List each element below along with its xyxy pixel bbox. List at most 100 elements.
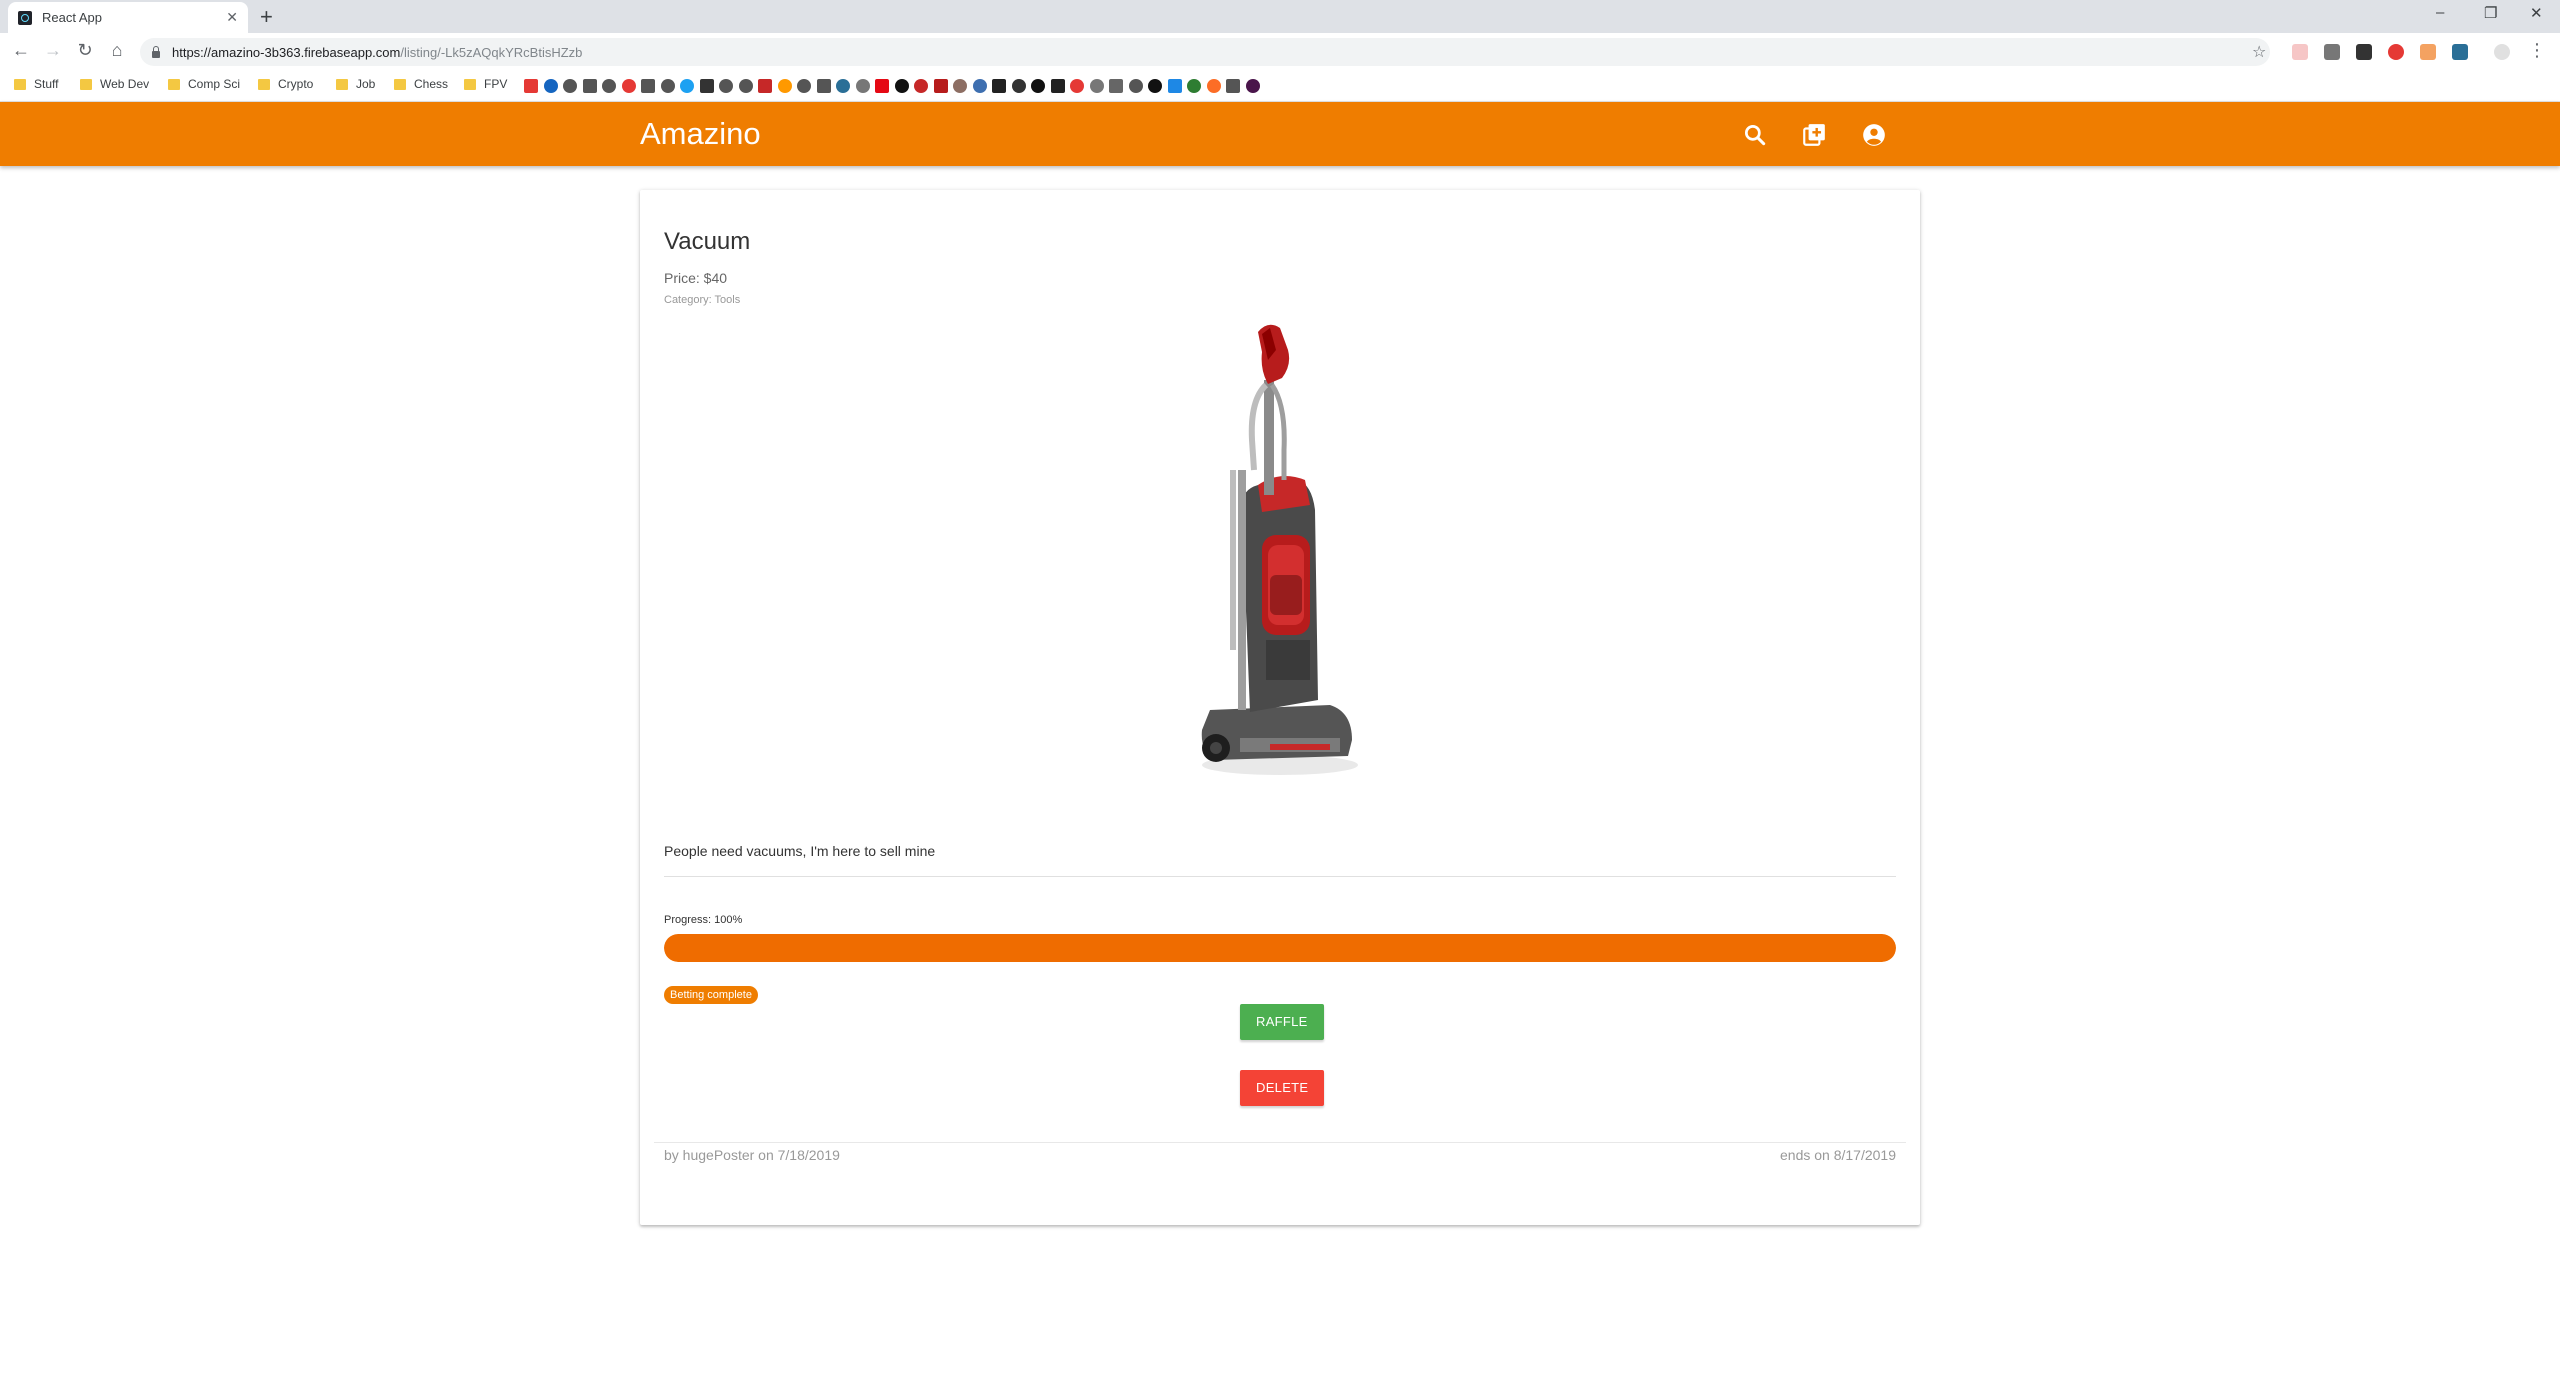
- minimize-button[interactable]: –: [2436, 4, 2444, 21]
- url-host: https://amazino-3b363.firebaseapp.com: [172, 44, 401, 60]
- extension-icon[interactable]: [2356, 44, 2372, 60]
- bookmark-favicon-icon[interactable]: [543, 79, 558, 93]
- bookmark-folder[interactable]: FPV: [464, 77, 507, 91]
- bookmark-favicon-icon[interactable]: [1089, 79, 1104, 93]
- raffle-button[interactable]: RAFFLE: [1240, 1004, 1324, 1040]
- restore-button[interactable]: ❐: [2484, 4, 2497, 22]
- bookmark-favicon-icon[interactable]: [680, 79, 694, 93]
- bookmark-favicon-icon[interactable]: [602, 79, 616, 93]
- bookmark-favicon-icon[interactable]: [1031, 79, 1045, 93]
- bookmark-favicon-icon[interactable]: [1187, 79, 1201, 93]
- folder-icon: [80, 78, 92, 90]
- bookmark-folder[interactable]: Job: [336, 77, 375, 91]
- bookmark-favicon-icon[interactable]: [758, 79, 772, 93]
- add-listing-icon[interactable]: [1801, 122, 1827, 148]
- bookmark-favicon-icon[interactable]: [1050, 79, 1065, 93]
- search-icon[interactable]: [1742, 122, 1768, 148]
- back-icon[interactable]: ←: [10, 40, 32, 61]
- bookmark-favicon-icon[interactable]: [1148, 79, 1162, 93]
- bookmark-label: Stuff: [34, 77, 59, 91]
- react-favicon-icon: [18, 10, 32, 25]
- progress-label: Progress: 100%: [664, 914, 743, 926]
- bookmark-favicon-icon[interactable]: [875, 79, 889, 93]
- status-badge: Betting complete: [664, 986, 758, 1004]
- bookmark-folder[interactable]: Comp Sci: [168, 77, 240, 91]
- folder-icon: [336, 78, 348, 90]
- divider: [664, 876, 1896, 877]
- bookmark-favicon-icon[interactable]: [1128, 79, 1143, 93]
- extension-icon[interactable]: [2420, 44, 2436, 60]
- folder-icon: [14, 78, 26, 90]
- bookmark-favicon-icon[interactable]: [836, 79, 850, 93]
- extension-icon[interactable]: [2452, 44, 2468, 60]
- listing-description: People need vacuums, I'm here to sell mi…: [664, 843, 936, 859]
- bookmark-favicon-icon[interactable]: [777, 79, 792, 93]
- listing-byline: by hugePoster on 7/18/2019: [664, 1147, 840, 1163]
- delete-button[interactable]: DELETE: [1240, 1070, 1325, 1106]
- bookmark-favicon-icon[interactable]: [1070, 79, 1084, 93]
- bookmarks-bar: Stuff Web Dev Comp Sci Crypto Job Chess …: [0, 71, 2560, 102]
- bookmark-label: Crypto: [278, 77, 314, 91]
- progress-fill: [664, 934, 1896, 962]
- browser-tab[interactable]: React App ✕: [8, 2, 248, 33]
- menu-kebab-icon[interactable]: ⋮: [2526, 40, 2548, 61]
- bookmark-folder[interactable]: Web Dev: [80, 77, 149, 91]
- account-icon[interactable]: [1861, 122, 1887, 148]
- bookmark-favicon-icon[interactable]: [1226, 79, 1240, 93]
- home-icon[interactable]: ⌂: [106, 40, 128, 61]
- extension-icon[interactable]: [2324, 44, 2340, 60]
- browser-toolbar: ← → ↻ ⌂ https://amazino-3b363.firebaseap…: [0, 33, 2560, 72]
- bookmark-favicon-icon[interactable]: [641, 79, 655, 93]
- url-path: /listing/-Lk5zAQqkYRcBtisHZzb: [400, 44, 583, 60]
- new-tab-button[interactable]: +: [260, 4, 273, 30]
- bookmark-favicon-icon[interactable]: [719, 79, 733, 93]
- folder-icon: [168, 78, 180, 90]
- bookmark-favicon-icon[interactable]: [1011, 79, 1026, 93]
- bookmark-favicon-icon[interactable]: [914, 79, 928, 93]
- bookmark-favicon-icon[interactable]: [738, 79, 753, 93]
- bookmark-favicon-icon[interactable]: [894, 79, 909, 93]
- bookmark-favicon-icon[interactable]: [1206, 79, 1221, 93]
- bookmark-favicon-icon[interactable]: [1167, 79, 1182, 93]
- bookmark-star-icon[interactable]: ☆: [2252, 42, 2266, 62]
- bookmark-favicon-icon[interactable]: [855, 79, 870, 93]
- bookmark-favicon-icon[interactable]: [1109, 79, 1123, 93]
- listing-card: Vacuum Price: $40 Category: Tools People…: [640, 190, 1920, 1225]
- brand-logo[interactable]: Amazino: [640, 116, 761, 152]
- forward-icon[interactable]: →: [42, 40, 64, 61]
- bookmark-favicon-icon[interactable]: [816, 79, 831, 93]
- bookmark-favicon-icon[interactable]: [797, 79, 811, 93]
- bookmark-favicon-icon[interactable]: [992, 79, 1006, 93]
- reload-icon[interactable]: ↻: [74, 40, 96, 61]
- bookmark-folder[interactable]: Crypto: [258, 77, 313, 91]
- bookmark-favicon-icon[interactable]: [933, 79, 948, 93]
- extension-icon[interactable]: [2388, 44, 2404, 60]
- bookmark-favicon-icon[interactable]: [1245, 79, 1260, 93]
- close-window-button[interactable]: ✕: [2530, 4, 2543, 22]
- bookmark-folder[interactable]: Chess: [394, 77, 448, 91]
- product-image: [1201, 324, 1358, 775]
- app-header: Amazino: [0, 102, 2560, 166]
- bookmark-label: FPV: [484, 77, 508, 91]
- browser-tabstrip: React App ✕ + – ❐ ✕: [0, 0, 2560, 33]
- bookmark-favicon-icon[interactable]: [953, 79, 967, 93]
- extension-icon[interactable]: [2292, 44, 2308, 60]
- bookmark-favicon-icon[interactable]: [972, 79, 987, 93]
- bookmark-favicon-icon[interactable]: [699, 79, 714, 93]
- bookmark-favicon-icon[interactable]: [660, 79, 675, 93]
- bookmark-favicon-icon[interactable]: [582, 79, 597, 93]
- bookmark-favicon-icon[interactable]: [563, 79, 577, 93]
- tab-close-icon[interactable]: ✕: [226, 9, 238, 26]
- bookmark-label: Web Dev: [100, 77, 150, 91]
- profile-avatar-icon[interactable]: [2494, 44, 2510, 60]
- folder-icon: [394, 78, 406, 90]
- bookmark-folder[interactable]: Stuff: [14, 77, 58, 91]
- address-bar[interactable]: https://amazino-3b363.firebaseapp.com /l…: [140, 38, 2270, 66]
- listing-category: Category: Tools: [664, 294, 741, 306]
- listing-price: Price: $40: [664, 270, 728, 286]
- bookmark-favicon-icon[interactable]: [524, 79, 538, 93]
- lock-icon: [152, 45, 160, 58]
- footer-divider: [654, 1142, 1906, 1143]
- bookmark-favicon-icon[interactable]: [621, 79, 636, 93]
- progress-bar: [664, 934, 1896, 962]
